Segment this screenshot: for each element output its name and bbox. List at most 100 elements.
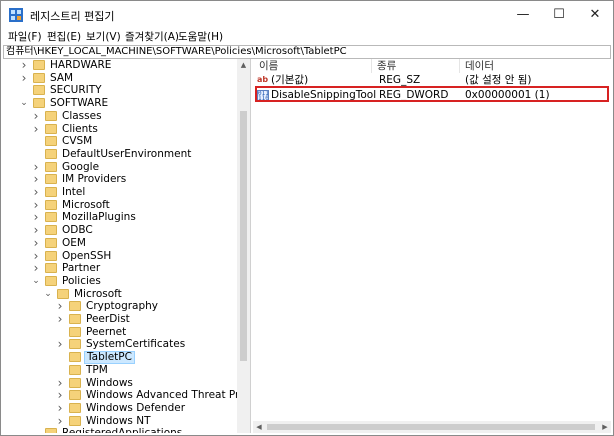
folder-icon: [33, 98, 45, 109]
folder-icon: [45, 275, 57, 286]
tree-item[interactable]: › Windows: [3, 376, 235, 390]
tree-item[interactable]: DefaultUserEnvironment: [3, 148, 235, 161]
tree-item[interactable]: ⌄ Policies: [3, 275, 235, 288]
folder-icon: [45, 161, 57, 172]
chevron-right-icon[interactable]: ›: [31, 109, 41, 123]
menu-edit[interactable]: 편집(E): [44, 29, 84, 45]
column-header-type[interactable]: 종류: [377, 59, 396, 73]
registry-app-icon: [9, 8, 23, 22]
tree-item-label: Classes: [62, 109, 102, 122]
chevron-right-icon[interactable]: ›: [55, 414, 65, 428]
tree-item-label: Windows NT: [86, 414, 151, 427]
tree-item-label: Microsoft: [74, 287, 122, 300]
folder-icon: [69, 352, 81, 363]
tree-item[interactable]: › Windows NT: [3, 414, 235, 428]
tree-vertical-scrollbar[interactable]: ▲: [237, 59, 250, 433]
folder-icon: [33, 72, 45, 83]
string-value-icon: ab: [257, 75, 269, 84]
tree-item[interactable]: › HARDWARE: [3, 59, 235, 72]
tree-scroll-thumb[interactable]: [240, 111, 247, 361]
chevron-down-icon[interactable]: ⌄: [19, 97, 29, 110]
tree-item[interactable]: CVSM: [3, 135, 235, 148]
chevron-down-icon[interactable]: ⌄: [31, 275, 41, 288]
folder-icon: [69, 402, 81, 413]
folder-icon: [33, 85, 45, 96]
tree-item-label: PeerDist: [86, 313, 130, 325]
values-horizontal-scrollbar[interactable]: ◀ ▶: [253, 421, 611, 433]
key-tree-pane[interactable]: › HARDWARE › SAM SECURITY ⌄ SOFTWARE › Classes › C…: [3, 59, 251, 433]
tree-item[interactable]: TPM: [3, 364, 235, 377]
scroll-right-arrow-icon[interactable]: ▶: [599, 421, 611, 433]
folder-icon: [45, 148, 57, 159]
values-list-pane[interactable]: 이름 종류 데이터 ab (기본값) REG_SZ (값 설정 안 됨) 011…: [253, 59, 611, 433]
tree-item[interactable]: Peernet: [3, 326, 235, 339]
tree-item[interactable]: › PeerDist: [3, 313, 235, 326]
tree-item-label: HARDWARE: [50, 59, 112, 71]
tree-item-label: CVSM: [62, 135, 93, 148]
menu-help[interactable]: 도움말(H): [175, 29, 226, 45]
values-scroll-thumb[interactable]: [267, 424, 595, 430]
menu-bar: 파일(F) 편집(E) 보기(V) 즐겨찾기(A) 도움말(H): [1, 29, 613, 45]
chevron-right-icon[interactable]: ›: [55, 313, 65, 326]
tree-item-label: Windows Advanced Threat Protection: [86, 389, 250, 402]
tree-item-label: TPM: [86, 363, 108, 376]
chevron-down-icon[interactable]: ⌄: [43, 288, 53, 301]
tree-item[interactable]: › OEM: [3, 236, 235, 250]
tree-item[interactable]: › Classes: [3, 109, 235, 123]
tree-item-label: Clients: [62, 122, 98, 135]
chevron-right-icon[interactable]: ›: [55, 338, 65, 351]
folder-icon: [45, 187, 57, 197]
tree-item[interactable]: › Partner: [3, 262, 235, 275]
scroll-left-arrow-icon[interactable]: ◀: [253, 421, 265, 433]
chevron-right-icon[interactable]: ›: [31, 262, 41, 275]
chevron-right-icon[interactable]: ›: [55, 401, 65, 415]
tree-item-label: OpenSSH: [62, 249, 112, 262]
tree-item[interactable]: › SAM: [3, 71, 235, 85]
tree-item[interactable]: ⌄ Microsoft: [3, 288, 235, 301]
tree-item-label: Microsoft: [62, 198, 110, 211]
folder-icon: [45, 123, 57, 134]
folder-icon: [69, 415, 81, 426]
folder-icon: [45, 263, 57, 274]
tree-item-label: DefaultUserEnvironment: [62, 147, 192, 160]
tree-item-label: MozillaPlugins: [62, 211, 136, 224]
menu-favorites[interactable]: 즐겨찾기(A): [122, 29, 182, 45]
folder-icon: [69, 301, 81, 312]
tree-item[interactable]: TabletPC: [3, 351, 235, 365]
tree-item-label: Peernet: [86, 325, 127, 338]
chevron-right-icon[interactable]: ›: [31, 122, 41, 136]
folder-icon: [69, 314, 81, 324]
folder-icon: [45, 174, 57, 185]
address-bar[interactable]: 컴퓨터\HKEY_LOCAL_MACHINE\SOFTWARE\Policies…: [3, 45, 611, 59]
menu-file[interactable]: 파일(F): [5, 29, 45, 45]
chevron-right-icon[interactable]: ›: [31, 236, 41, 250]
tree-item[interactable]: RegisteredApplications: [3, 427, 235, 433]
title-bar: 레지스트리 편집기 — ☐ ✕: [1, 1, 613, 29]
scroll-up-arrow-icon[interactable]: ▲: [237, 59, 250, 71]
maximize-button[interactable]: ☐: [541, 1, 577, 29]
highlight-annotation-box: [255, 86, 609, 102]
column-divider[interactable]: [371, 59, 372, 73]
menu-view[interactable]: 보기(V): [83, 29, 124, 45]
folder-icon: [45, 110, 57, 121]
tree-item[interactable]: › Clients: [3, 122, 235, 136]
tree-item[interactable]: SECURITY: [3, 84, 235, 97]
column-header-name[interactable]: 이름: [259, 59, 278, 73]
tree-item[interactable]: ›Windows Advanced Threat Protection: [3, 389, 250, 402]
tree-item[interactable]: › Cryptography: [3, 300, 235, 313]
minimize-button[interactable]: —: [505, 1, 541, 29]
column-header-data[interactable]: 데이터: [465, 59, 494, 73]
tree-item-label: Policies: [62, 274, 101, 287]
close-button[interactable]: ✕: [577, 1, 613, 29]
window-title: 레지스트리 편집기: [30, 10, 115, 23]
registry-editor-window: 레지스트리 편집기 — ☐ ✕ 파일(F) 편집(E) 보기(V) 즐겨찾기(A…: [0, 0, 614, 436]
column-divider[interactable]: [459, 59, 460, 73]
tree-item[interactable]: › SystemCertificates: [3, 338, 235, 351]
tree-item-label: SOFTWARE: [50, 97, 109, 110]
folder-icon: [69, 364, 81, 375]
tree-item[interactable]: › Windows Defender: [3, 401, 235, 415]
folder-icon: [45, 225, 57, 236]
folder-icon: [45, 428, 57, 433]
chevron-right-icon[interactable]: ›: [19, 71, 29, 85]
folder-icon: [45, 212, 57, 223]
